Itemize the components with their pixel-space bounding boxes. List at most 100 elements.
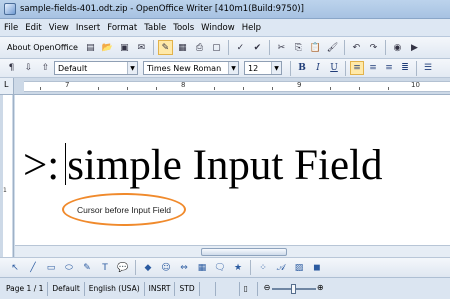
- zoom-knob[interactable]: [290, 283, 296, 294]
- save-icon[interactable]: ▣: [117, 40, 132, 55]
- document-line[interactable]: >: simple Input Field: [23, 143, 383, 187]
- stars-icon[interactable]: ★: [231, 261, 245, 275]
- horizontal-ruler[interactable]: L 7 8 9 10: [0, 78, 450, 95]
- fontwork-icon[interactable]: 𝒜: [274, 261, 288, 275]
- new-document-icon[interactable]: ▤: [83, 40, 98, 55]
- gallery-icon[interactable]: ▶: [407, 40, 422, 55]
- export-pdf-icon[interactable]: ▦: [175, 40, 190, 55]
- text-tool-icon[interactable]: T: [98, 261, 112, 275]
- extrusion-icon[interactable]: ◼: [310, 261, 324, 275]
- spellcheck-icon[interactable]: ✓: [233, 40, 248, 55]
- print-icon[interactable]: ⎙: [192, 40, 207, 55]
- window-title: sample-fields-401.odt.zip - OpenOffice W…: [20, 4, 304, 14]
- styles-icon[interactable]: ¶: [4, 61, 19, 76]
- paste-icon[interactable]: 📋: [308, 40, 323, 55]
- menu-table[interactable]: Table: [144, 23, 166, 33]
- document-prefix-text: >:: [23, 142, 60, 189]
- chevron-down-icon[interactable]: ▼: [228, 62, 238, 74]
- page-indicator[interactable]: Page 1 / 1: [2, 281, 49, 296]
- symbol-shapes-icon[interactable]: ☺: [159, 261, 173, 275]
- zoom-out-icon[interactable]: ⊖: [264, 283, 271, 292]
- menu-help[interactable]: Help: [242, 23, 261, 33]
- cut-icon[interactable]: ✂: [274, 40, 289, 55]
- points-icon[interactable]: ⁘: [256, 261, 270, 275]
- underline-icon[interactable]: U: [327, 61, 341, 75]
- basic-shapes-icon[interactable]: ◆: [141, 261, 155, 275]
- chevron-down-icon[interactable]: ▼: [271, 62, 281, 74]
- insert-mode[interactable]: INSRT: [145, 281, 176, 296]
- ruler-tick: [243, 87, 244, 90]
- ruler-number: 8: [181, 81, 186, 89]
- tab-type-icon[interactable]: L: [0, 78, 14, 94]
- toolbar-separator: [290, 60, 291, 76]
- annotation-callout: Cursor before Input Field: [62, 193, 186, 226]
- edit-mode-icon[interactable]: ✎: [157, 40, 173, 55]
- align-left-icon[interactable]: ≡: [350, 61, 364, 75]
- from-file-icon[interactable]: ▨: [292, 261, 306, 275]
- standard-toolbar: About OpenOffice ▤ 📂 ▣ ✉ ✎ ▦ ⎙ ▢ ✓ ✔ ✂ ⎘…: [0, 37, 450, 59]
- align-center-icon[interactable]: ≡: [366, 61, 380, 75]
- align-right-icon[interactable]: ≡: [382, 61, 396, 75]
- copy-icon[interactable]: ⎘: [291, 40, 306, 55]
- horizontal-scrollbar[interactable]: [15, 245, 450, 257]
- toolbar-separator: [227, 40, 229, 55]
- ruler-strip: [24, 81, 450, 92]
- undo-icon[interactable]: ↶: [349, 40, 364, 55]
- menu-tools[interactable]: Tools: [173, 23, 194, 33]
- about-openoffice-button[interactable]: About OpenOffice: [3, 43, 82, 52]
- bold-icon[interactable]: B: [295, 61, 309, 75]
- autospellcheck-icon[interactable]: ✔: [250, 40, 265, 55]
- writer-app-icon: [4, 3, 16, 15]
- paragraph-style-value: Default: [58, 63, 88, 73]
- ruler-tick: [388, 87, 389, 90]
- arrow-down-icon[interactable]: ⇩: [21, 61, 36, 76]
- paragraph-style-select[interactable]: Default ▼: [54, 61, 138, 75]
- print-preview-icon[interactable]: ▢: [209, 40, 224, 55]
- navigator-icon[interactable]: ◉: [390, 40, 405, 55]
- email-icon[interactable]: ✉: [134, 40, 149, 55]
- select-arrow-icon[interactable]: ↖: [8, 261, 22, 275]
- menu-insert[interactable]: Insert: [76, 23, 100, 33]
- input-field[interactable]: simple Input Field: [67, 142, 382, 189]
- document-page[interactable]: >: simple Input Field Cursor before Input…: [15, 95, 450, 245]
- toolbar-separator: [135, 260, 136, 275]
- font-size-select[interactable]: 12 ▼: [244, 61, 282, 75]
- zoom-in-icon[interactable]: ⊕: [317, 283, 324, 292]
- chevron-down-icon[interactable]: ▼: [127, 62, 137, 74]
- zoom-slider[interactable]: ⊖ ⊕: [264, 282, 324, 296]
- menu-view[interactable]: View: [49, 23, 69, 33]
- justify-icon[interactable]: ≣: [398, 61, 412, 75]
- flowchart-icon[interactable]: ▦: [195, 261, 209, 275]
- language-indicator[interactable]: English (USA): [85, 281, 145, 296]
- callout-icon[interactable]: 💬: [116, 261, 130, 275]
- view-layout-icon[interactable]: ▯: [240, 281, 258, 296]
- callouts-icon[interactable]: 🗨: [213, 261, 227, 275]
- line-icon[interactable]: ╱: [26, 261, 40, 275]
- page-style[interactable]: Default: [48, 281, 85, 296]
- title-bar: sample-fields-401.odt.zip - OpenOffice W…: [0, 0, 450, 19]
- ruler-tick: [359, 87, 360, 90]
- vertical-ruler-strip: [3, 95, 12, 257]
- formatting-toolbar: ¶ ⇩ ⇧ Default ▼ Times New Roman ▼ 12 ▼ B…: [0, 59, 450, 78]
- menu-file[interactable]: File: [4, 23, 18, 33]
- ruler-tick: [214, 87, 215, 90]
- freeform-icon[interactable]: ✎: [80, 261, 94, 275]
- format-paintbrush-icon[interactable]: 🖌: [325, 40, 340, 55]
- ellipse-icon[interactable]: ⬭: [62, 261, 76, 275]
- selection-mode[interactable]: STD: [175, 281, 200, 296]
- arrow-up-icon[interactable]: ⇧: [38, 61, 53, 76]
- ruler-tick: [156, 87, 157, 90]
- vertical-ruler[interactable]: 1: [0, 95, 14, 257]
- menu-format[interactable]: Format: [107, 23, 137, 33]
- menu-edit[interactable]: Edit: [25, 23, 41, 33]
- block-arrows-icon[interactable]: ⇔: [177, 261, 191, 275]
- rectangle-icon[interactable]: ▭: [44, 261, 58, 275]
- toolbar-separator: [345, 60, 346, 76]
- scrollbar-thumb[interactable]: [201, 248, 287, 256]
- font-name-select[interactable]: Times New Roman ▼: [143, 61, 239, 75]
- open-folder-icon[interactable]: 📂: [100, 40, 115, 55]
- redo-icon[interactable]: ↷: [366, 40, 381, 55]
- italic-icon[interactable]: I: [311, 61, 325, 75]
- numbering-icon[interactable]: ☰: [421, 61, 435, 75]
- menu-window[interactable]: Window: [201, 23, 235, 33]
